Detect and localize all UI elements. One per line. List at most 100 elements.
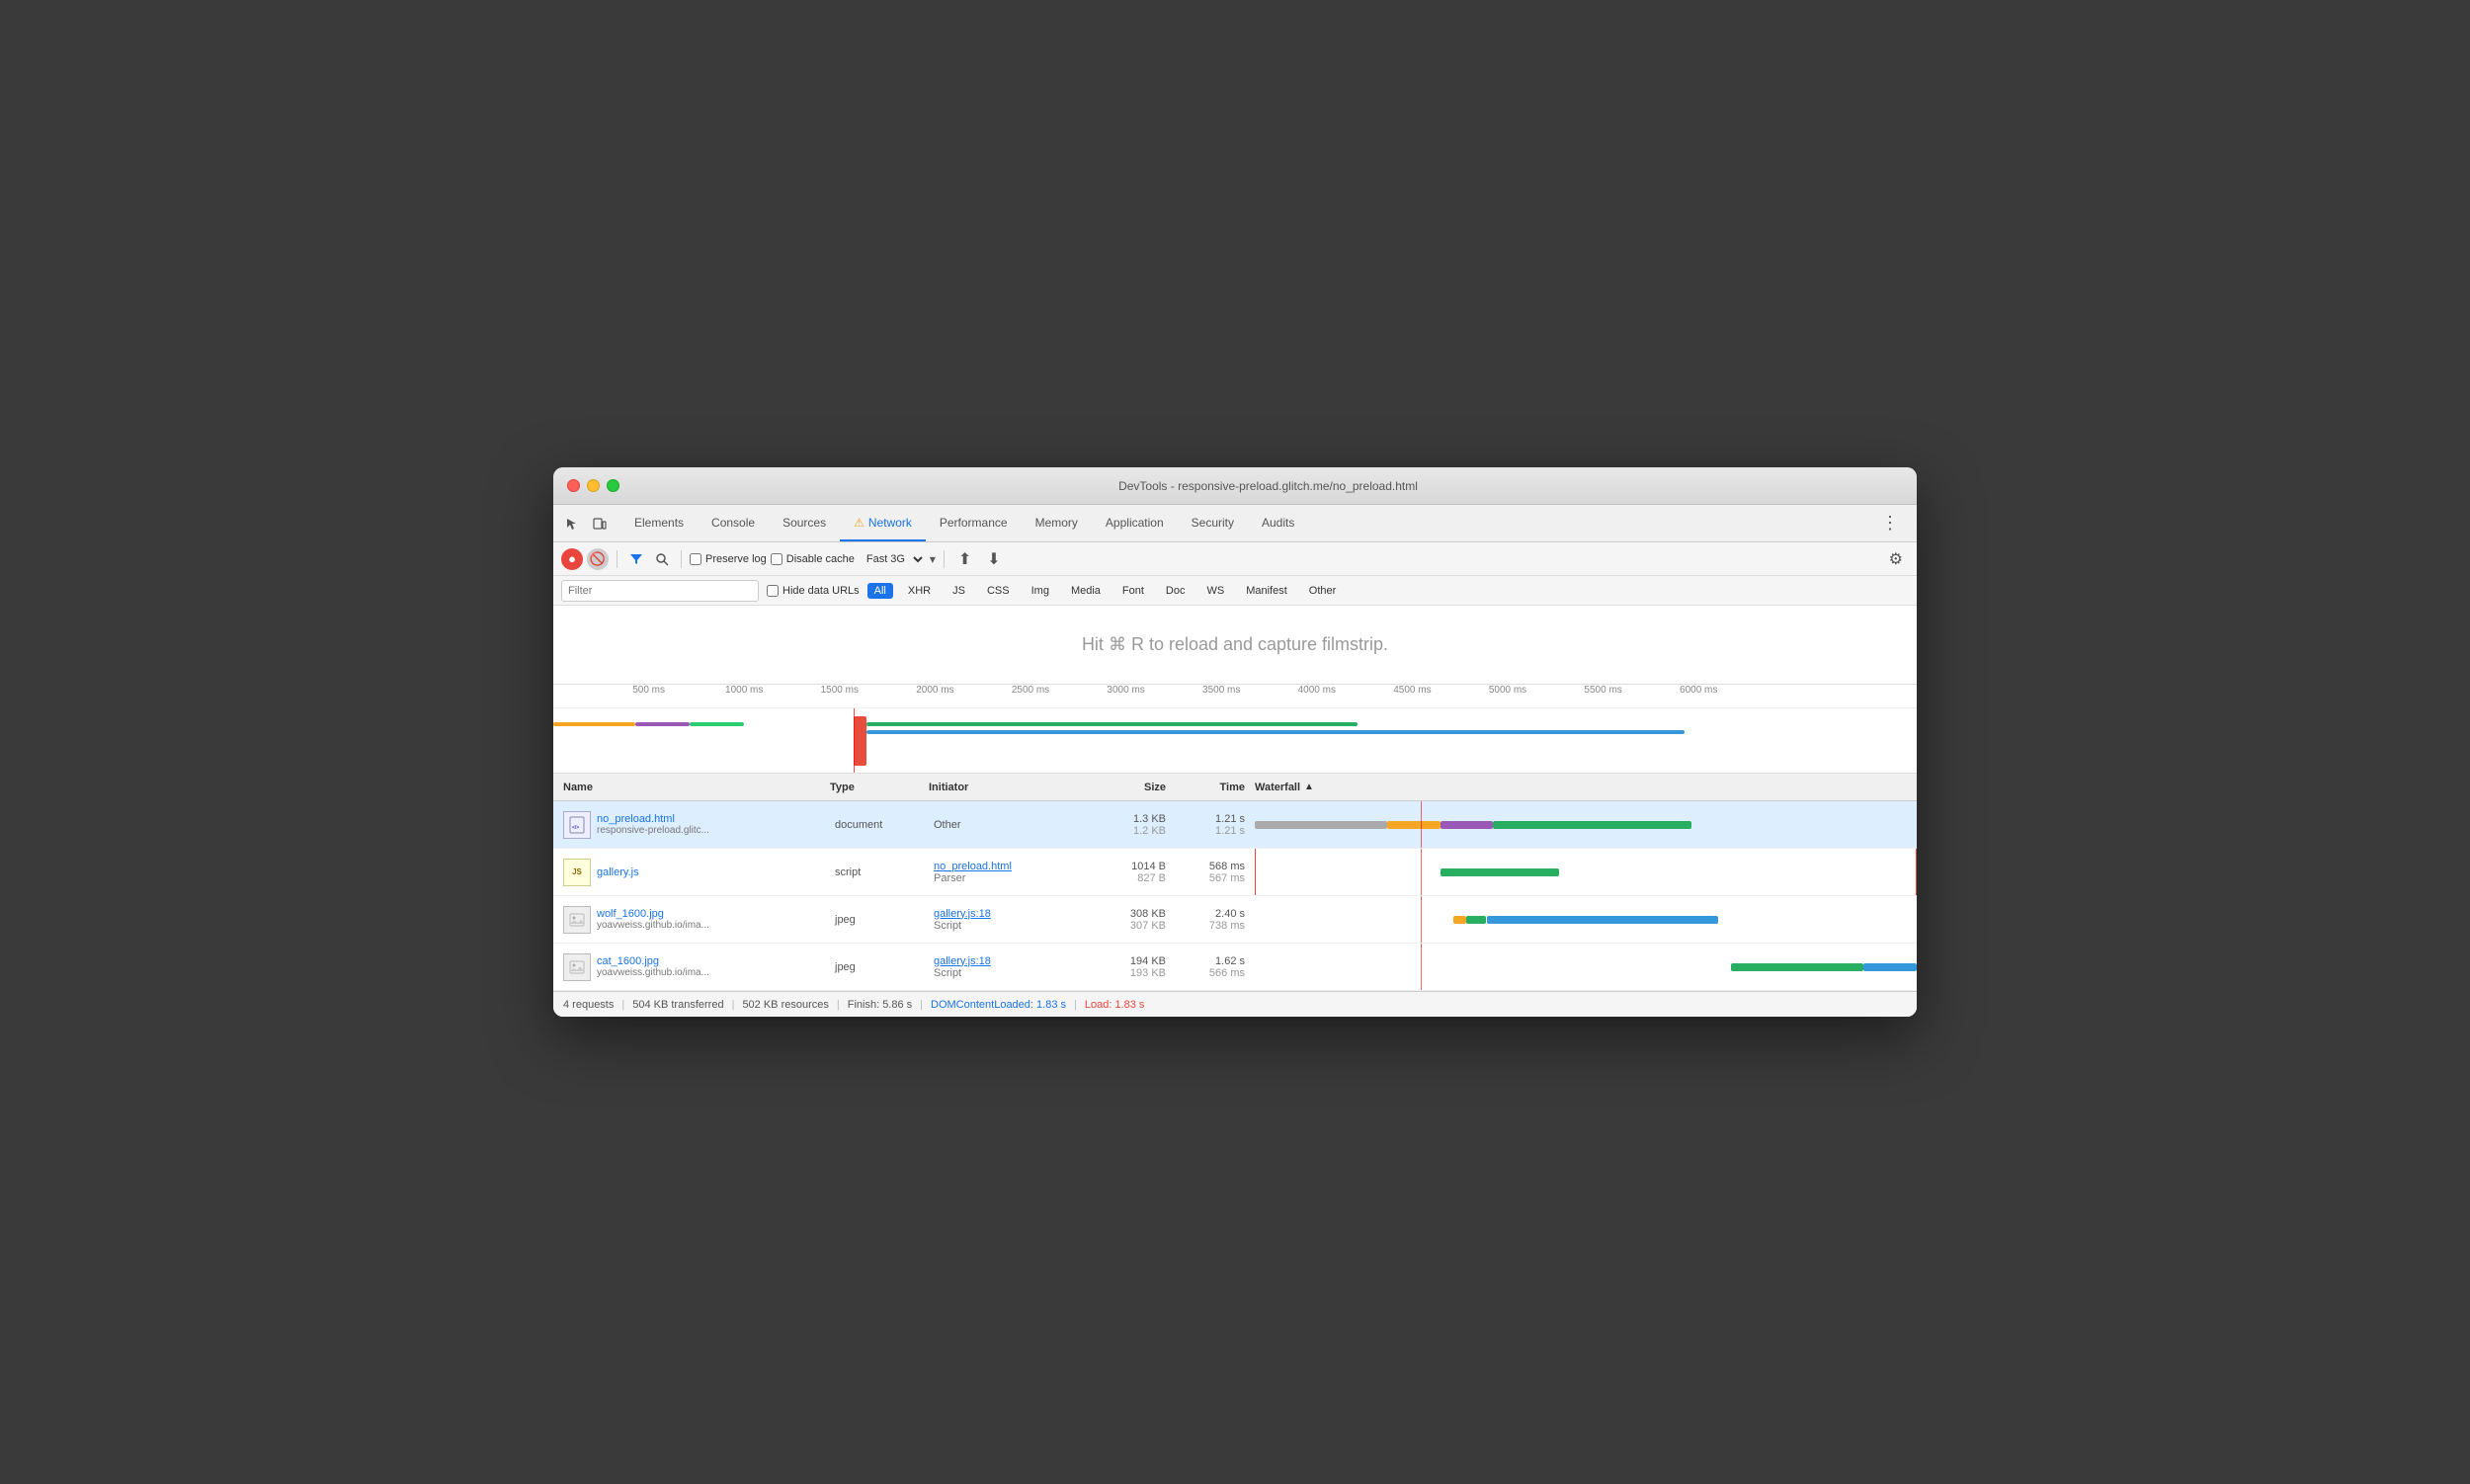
filter-icon[interactable] <box>625 550 647 568</box>
wf-bar-small-green <box>1466 916 1486 924</box>
wf-bar-download-green <box>1441 868 1560 876</box>
waterfall-bars-row3 <box>1255 914 1917 926</box>
load-time: Load: 1.83 s <box>1085 999 1145 1011</box>
tab-elements[interactable]: Elements <box>620 505 698 541</box>
toolbar-separator-1 <box>617 550 618 568</box>
throttle-select[interactable]: Fast 3G <box>859 550 926 568</box>
header-time[interactable]: Time <box>1176 782 1255 793</box>
search-icon[interactable] <box>651 550 673 568</box>
header-initiator[interactable]: Initiator <box>929 782 1087 793</box>
row-init-cell: no_preload.html Parser <box>929 849 1087 895</box>
more-tabs-button[interactable]: ⋮ <box>1871 513 1909 534</box>
table-row[interactable]: wolf_1600.jpg yoavweiss.github.io/ima...… <box>553 896 1917 944</box>
timeline-bar-purple <box>635 722 690 726</box>
table-row[interactable]: </> no_preload.html responsive-preload.g… <box>553 801 1917 849</box>
disable-cache-checkbox[interactable] <box>771 553 782 565</box>
row-init-cell: gallery.js:18 Script <box>929 944 1087 990</box>
row-size-cell: 1014 B 827 B <box>1087 849 1176 895</box>
filter-media-button[interactable]: Media <box>1064 583 1108 599</box>
download-icon[interactable]: ⬇ <box>981 547 1006 571</box>
wf-bar-dns <box>1387 821 1441 829</box>
timeline-bar-red-vert <box>854 716 867 766</box>
header-name[interactable]: Name <box>553 782 830 793</box>
table-row[interactable]: JS gallery.js script no_preload.html Par… <box>553 849 1917 896</box>
waterfall-vertical-line <box>1421 896 1422 943</box>
row-type-cell: jpeg <box>830 896 929 943</box>
vertical-line-2000ms <box>854 708 855 774</box>
waterfall-vertical-line <box>1421 944 1422 990</box>
header-size[interactable]: Size <box>1087 782 1176 793</box>
tab-performance[interactable]: Performance <box>926 505 1022 541</box>
tab-console[interactable]: Console <box>698 505 769 541</box>
img-file-icon <box>563 953 591 981</box>
cursor-icon[interactable] <box>561 513 583 535</box>
wf-bar-connect <box>1441 821 1494 829</box>
finish-time: Finish: 5.86 s <box>848 999 912 1011</box>
hide-data-urls-checkbox[interactable] <box>767 585 779 597</box>
tab-audits[interactable]: Audits <box>1248 505 1308 541</box>
devtools-tabs: Elements Console Sources ⚠ Network Perfo… <box>620 505 1871 541</box>
upload-icon[interactable]: ⬆ <box>952 547 977 571</box>
status-bar: 4 requests | 504 KB transferred | 502 KB… <box>553 991 1917 1017</box>
tab-memory[interactable]: Memory <box>1022 505 1092 541</box>
transferred-size: 504 KB transferred <box>632 999 723 1011</box>
devtools-window: DevTools - responsive-preload.glitch.me/… <box>553 467 1917 1017</box>
filter-bar: Hide data URLs All XHR JS CSS Img Media … <box>553 576 1917 606</box>
name-lines: cat_1600.jpg yoavweiss.github.io/ima... <box>597 955 709 978</box>
hide-data-urls-label[interactable]: Hide data URLs <box>767 585 860 597</box>
filter-other-button[interactable]: Other <box>1302 583 1344 599</box>
settings-icon[interactable]: ⚙ <box>1883 547 1909 571</box>
tab-network[interactable]: ⚠ Network <box>840 505 926 541</box>
table-row[interactable]: cat_1600.jpg yoavweiss.github.io/ima... … <box>553 944 1917 991</box>
throttle-arrow[interactable]: ▾ <box>930 552 936 566</box>
name-lines: no_preload.html responsive-preload.glitc… <box>597 813 709 836</box>
wf-bar-small1 <box>1453 916 1466 924</box>
timeline-ruler: 500 ms 1000 ms 1500 ms 2000 ms 2500 ms 3… <box>553 685 1917 708</box>
svg-text:</>: </> <box>572 825 579 831</box>
tab-application[interactable]: Application <box>1092 505 1178 541</box>
waterfall-bars-row2 <box>1255 866 1917 878</box>
tick-500: 500 ms <box>632 685 665 696</box>
table-body: </> no_preload.html responsive-preload.g… <box>553 801 1917 991</box>
name-lines: wolf_1600.jpg yoavweiss.github.io/ima... <box>597 908 709 931</box>
tab-security[interactable]: Security <box>1178 505 1248 541</box>
wf-bar-stall <box>1255 821 1387 829</box>
traffic-lights <box>567 479 619 492</box>
filter-css-button[interactable]: CSS <box>980 583 1017 599</box>
maximize-button[interactable] <box>607 479 619 492</box>
minimize-button[interactable] <box>587 479 600 492</box>
preserve-log-checkbox[interactable] <box>690 553 701 565</box>
row-waterfall-cell <box>1255 944 1917 990</box>
device-icon[interactable] <box>589 513 611 535</box>
close-button[interactable] <box>567 479 580 492</box>
row-waterfall-cell <box>1255 849 1917 895</box>
js-file-icon: JS <box>563 859 591 886</box>
filter-doc-button[interactable]: Doc <box>1159 583 1193 599</box>
header-type[interactable]: Type <box>830 782 929 793</box>
tab-icons <box>561 513 611 535</box>
file-name-sub: yoavweiss.github.io/ima... <box>597 967 709 978</box>
filter-xhr-button[interactable]: XHR <box>901 583 938 599</box>
filter-manifest-button[interactable]: Manifest <box>1239 583 1294 599</box>
stop-button[interactable]: 🚫 <box>587 548 609 570</box>
header-waterfall[interactable]: Waterfall ▲ <box>1255 782 1917 793</box>
img-file-icon <box>563 906 591 934</box>
filter-img-button[interactable]: Img <box>1025 583 1056 599</box>
record-button[interactable]: ● <box>561 548 583 570</box>
preserve-log-label[interactable]: Preserve log <box>690 553 767 565</box>
disable-cache-label[interactable]: Disable cache <box>771 553 855 565</box>
row-time-cell: 1.62 s 566 ms <box>1176 944 1255 990</box>
tick-1000: 1000 ms <box>725 685 763 696</box>
table-header: Name Type Initiator Size Time Waterfall … <box>553 774 1917 801</box>
resources-size: 502 KB resources <box>742 999 828 1011</box>
filter-js-button[interactable]: JS <box>946 583 972 599</box>
filter-font-button[interactable]: Font <box>1115 583 1151 599</box>
filter-ws-button[interactable]: WS <box>1199 583 1231 599</box>
timeline-bar-green1 <box>690 722 744 726</box>
filter-all-button[interactable]: All <box>867 583 893 599</box>
file-name-sub: responsive-preload.glitc... <box>597 825 709 836</box>
waterfall-bars-row4 <box>1255 961 1917 973</box>
filter-input[interactable] <box>561 580 759 602</box>
tab-sources[interactable]: Sources <box>769 505 840 541</box>
timeline-area: 500 ms 1000 ms 1500 ms 2000 ms 2500 ms 3… <box>553 685 1917 774</box>
